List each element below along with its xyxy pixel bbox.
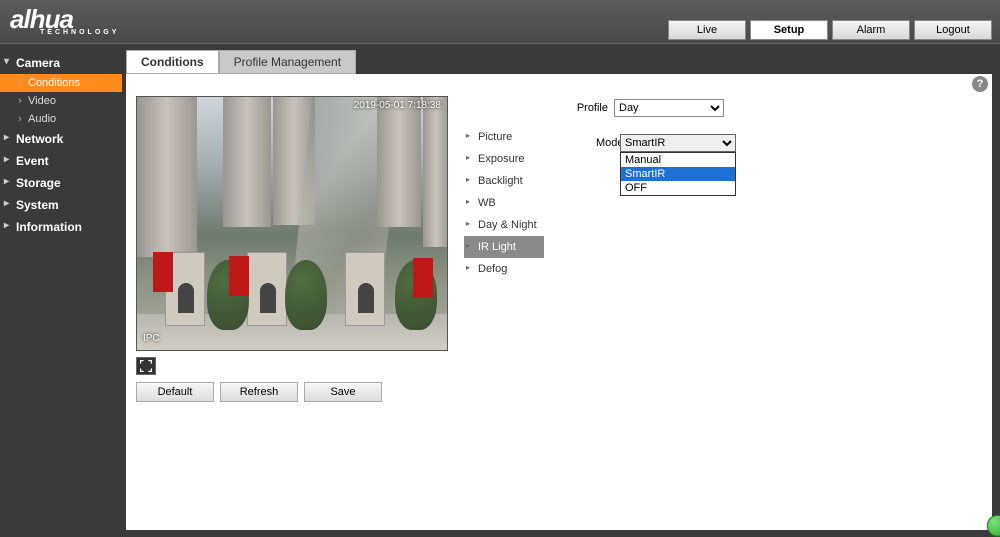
fullscreen-icon[interactable]: [136, 357, 156, 375]
nav-logout[interactable]: Logout: [914, 20, 992, 40]
nav-alarm[interactable]: Alarm: [832, 20, 910, 40]
preview-label: IPC: [143, 333, 160, 344]
settings-item-irlight[interactable]: IR Light: [464, 236, 544, 258]
sidebar-group-information[interactable]: Information: [0, 216, 122, 238]
sidebar-group-camera[interactable]: Camera: [0, 52, 122, 74]
default-button[interactable]: Default: [136, 382, 214, 402]
mode-select[interactable]: SmartIR: [620, 134, 736, 152]
sidebar-group-storage[interactable]: Storage: [0, 172, 122, 194]
sidebar-group-network[interactable]: Network: [0, 128, 122, 150]
mode-label: Mode: [596, 137, 620, 149]
sidebar-item-audio[interactable]: Audio: [0, 110, 122, 128]
help-icon[interactable]: ?: [972, 76, 988, 92]
sidebar-item-conditions[interactable]: Conditions: [0, 74, 122, 92]
mode-option-off[interactable]: OFF: [621, 181, 735, 195]
tab-bar: Conditions Profile Management: [126, 50, 992, 74]
sidebar-item-video[interactable]: Video: [0, 92, 122, 110]
profile-label: Profile: [464, 102, 614, 114]
action-buttons: Default Refresh Save: [136, 382, 382, 402]
refresh-button[interactable]: Refresh: [220, 382, 298, 402]
sidebar: Camera Conditions Video Audio Network Ev…: [0, 44, 122, 528]
panel: ? 2019-05-01 7:18:38 IPC Default Refresh: [126, 74, 992, 530]
mode-option-manual[interactable]: Manual: [621, 153, 735, 167]
preview-image: 2019-05-01 7:18:38 IPC: [136, 96, 448, 351]
mode-option-smartir[interactable]: SmartIR: [621, 167, 735, 181]
brand-subtext: TECHNOLOGY: [40, 29, 119, 36]
settings-item-backlight[interactable]: Backlight: [464, 170, 544, 192]
preview-timestamp: 2019-05-01 7:18:38: [354, 100, 441, 111]
settings-item-wb[interactable]: WB: [464, 192, 544, 214]
settings-item-picture[interactable]: Picture: [464, 126, 544, 148]
settings-item-defog[interactable]: Defog: [464, 258, 544, 280]
top-nav: Live Setup Alarm Logout: [668, 20, 992, 40]
nav-setup[interactable]: Setup: [750, 20, 828, 40]
profile-row: Profile Day: [464, 98, 764, 118]
video-preview: 2019-05-01 7:18:38 IPC: [136, 96, 448, 351]
settings-item-daynight[interactable]: Day & Night: [464, 214, 544, 236]
mode-dropdown-list[interactable]: Manual SmartIR OFF: [620, 152, 736, 196]
tab-profile-management[interactable]: Profile Management: [219, 50, 356, 74]
nav-live[interactable]: Live: [668, 20, 746, 40]
save-button[interactable]: Save: [304, 382, 382, 402]
tab-conditions[interactable]: Conditions: [126, 50, 219, 74]
brand-logo: alhua TECHNOLOGY: [10, 4, 119, 36]
sidebar-group-system[interactable]: System: [0, 194, 122, 216]
content-area: Conditions Profile Management ? 2019-05-…: [122, 44, 1000, 528]
sidebar-group-event[interactable]: Event: [0, 150, 122, 172]
status-indicator-icon: [987, 515, 1000, 537]
settings-nav: Picture Exposure Backlight WB Day & Nigh…: [464, 126, 544, 280]
profile-select[interactable]: Day: [614, 99, 724, 117]
mode-row: Mode SmartIR: [596, 134, 736, 152]
header-bar: alhua TECHNOLOGY Live Setup Alarm Logout: [0, 0, 1000, 44]
settings-item-exposure[interactable]: Exposure: [464, 148, 544, 170]
